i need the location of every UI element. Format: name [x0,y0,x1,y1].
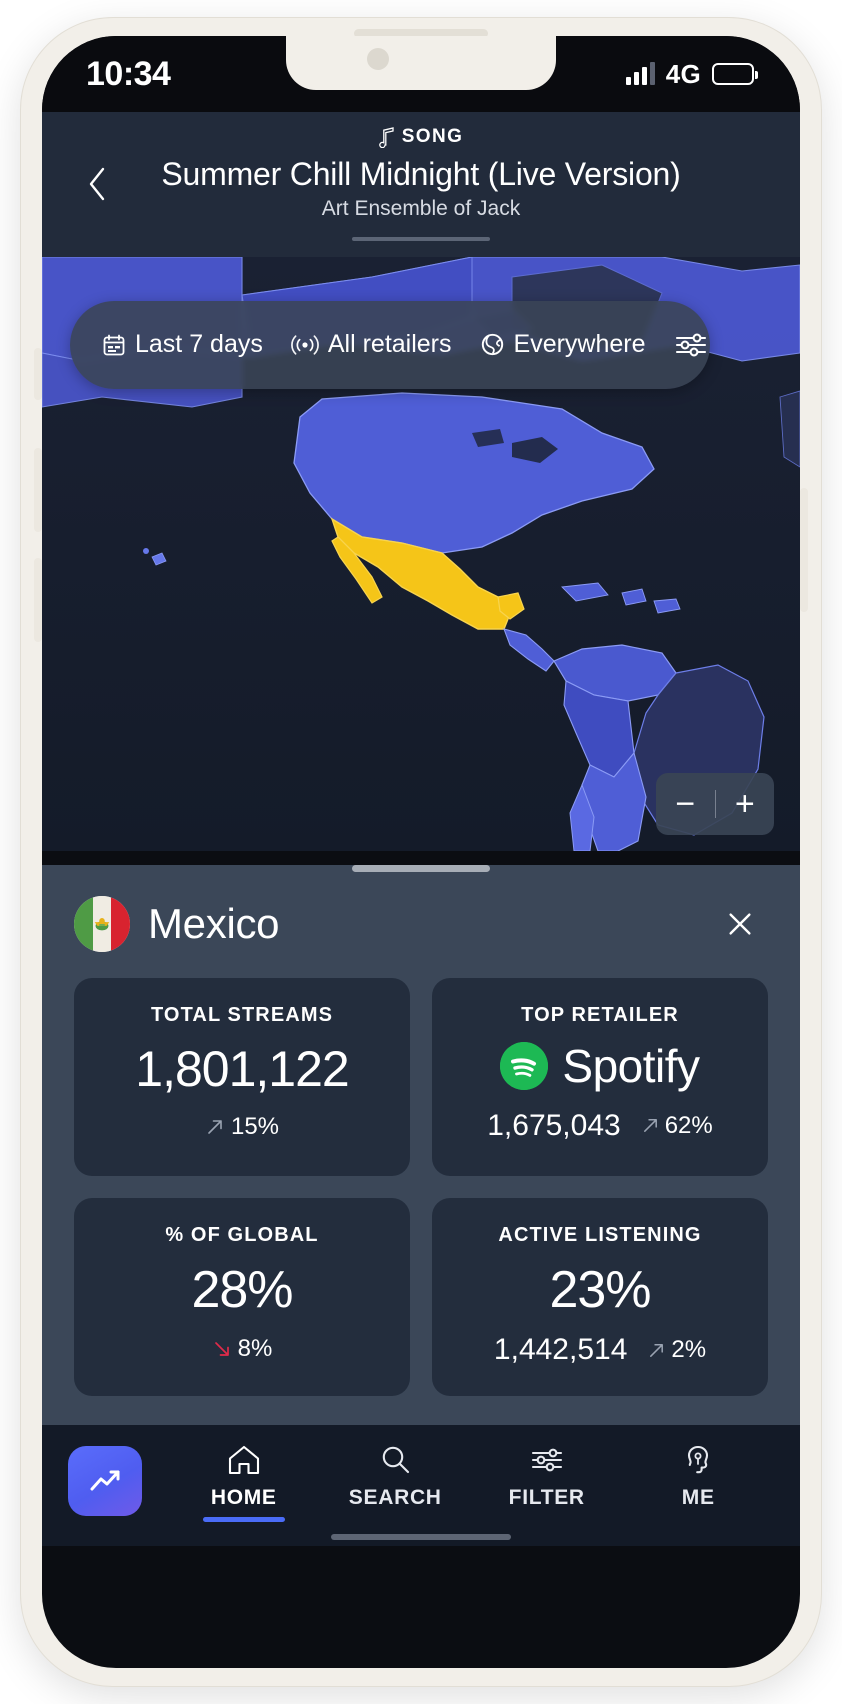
card-sub-row: 1,442,514 2% [494,1333,706,1367]
battery-icon [712,63,758,85]
broadcast-icon [291,335,319,355]
stat-card-active-listening[interactable]: ACTIVE LISTENING 23% 1,442,514 2% [432,1197,768,1396]
stat-card-grid: TOTAL STREAMS 1,801,122 15% TOP RETAILER [42,952,800,1396]
sliders-icon [531,1448,562,1472]
status-bar: 10:34 4G [42,36,800,112]
app-badge-button[interactable] [68,1446,142,1517]
sliders-icon [675,333,706,357]
header-drag-handle[interactable] [352,236,490,241]
stat-card-top-retailer[interactable]: TOP RETAILER Spotify 1,675,043 62% [432,977,768,1176]
stat-card-total-streams[interactable]: TOTAL STREAMS 1,801,122 15% [74,977,410,1176]
card-label: TOTAL STREAMS [150,1003,334,1026]
volume-up-button[interactable] [34,448,42,532]
map-zoom-out-button[interactable]: − [656,787,715,821]
nav-item-filter[interactable]: FILTER [471,1443,623,1520]
filter-region-label: Everywhere [513,330,646,359]
close-icon [729,913,751,935]
nav-active-indicator [202,1516,285,1522]
map-view[interactable]: Last 7 days All retailers Everywhere − + [42,256,800,851]
network-type-label: 4G [665,58,701,89]
card-sub-row: 1,675,043 62% [487,1109,713,1143]
card-value: 28% [191,1260,293,1319]
song-kicker: SONG [42,126,800,148]
card-label: TOP RETAILER [521,1003,679,1026]
home-icon [228,1445,259,1474]
arrow-up-right-icon [650,1343,664,1357]
nav-label: SEARCH [348,1485,442,1509]
song-artist: Art Ensemble of Jack [321,196,521,220]
country-name: Mexico [148,899,280,947]
card-value: 23% [549,1260,651,1319]
bottom-navigation-bar: HOME SEARCH FILTER ME [42,1424,800,1546]
music-note-icon [378,126,394,148]
back-button[interactable] [80,167,114,201]
retailer-name: Spotify [562,1039,700,1092]
card-value: 1,801,122 [135,1040,349,1097]
song-kicker-label: SONG [401,126,464,147]
card-delta: 8% [212,1335,273,1363]
card-delta: 2% [647,1336,706,1364]
stat-card-percent-of-global[interactable]: % OF GLOBAL 28% 8% [74,1197,410,1396]
filter-settings-button[interactable] [674,330,708,360]
filter-retailer[interactable]: All retailers [291,330,452,359]
filter-retailer-label: All retailers [327,330,452,359]
search-icon [383,1446,410,1473]
home-indicator[interactable] [331,1533,511,1540]
flag-emblem-icon [94,917,110,931]
country-detail-sheet: Mexico TOTAL STREAMS 1,801,122 15% TOP R… [42,864,800,1425]
card-delta-value: 2% [671,1336,707,1364]
status-time: 10:34 [86,54,171,93]
nav-label: ME [681,1485,715,1509]
filter-date-label: Last 7 days [135,330,263,359]
song-title: Summer Chill Midnight (Live Version) [161,156,681,192]
phone-screen: 10:34 4G SONG Summer Chill Midnight (Liv… [42,36,800,1668]
trending-chart-icon [90,1470,120,1491]
map-zoom-in-button[interactable]: + [716,787,775,821]
calendar-icon [103,334,125,356]
card-delta: 62% [641,1112,713,1140]
sheet-drag-handle[interactable] [352,864,490,872]
close-sheet-button[interactable] [718,902,762,946]
card-delta: 15% [205,1113,279,1141]
nav-item-search[interactable]: SEARCH [320,1443,472,1520]
card-delta-value: 62% [664,1111,713,1139]
nav-label: FILTER [508,1485,585,1509]
card-sub-value: 1,442,514 [493,1333,628,1367]
nav-item-home[interactable]: HOME [168,1443,320,1522]
card-delta-value: 8% [237,1335,273,1363]
globe-icon [481,334,503,356]
power-button[interactable] [800,488,808,612]
sheet-header: Mexico [42,872,800,952]
arrow-down-right-icon [214,1342,229,1357]
display-notch [286,36,556,90]
signal-bars-icon [625,62,655,85]
arrow-up-right-icon [208,1120,222,1135]
retailer-row: Spotify [500,1039,700,1093]
front-camera-icon [367,48,389,70]
filter-region[interactable]: Everywhere [480,330,646,359]
song-header: SONG Summer Chill Midnight (Live Version… [42,112,800,257]
card-value: 1,675,043 [487,1108,621,1142]
map-zoom-controls[interactable]: − + [656,772,775,835]
volume-down-button[interactable] [34,558,42,642]
screenshot-stage: 10:34 4G SONG Summer Chill Midnight (Liv… [0,0,842,1704]
silent-switch[interactable] [34,348,42,400]
card-delta-value: 15% [230,1113,280,1141]
arrow-up-right-icon [643,1119,657,1133]
mexico-flag-icon [74,895,130,952]
filter-date-range[interactable]: Last 7 days [102,330,263,359]
card-label: ACTIVE LISTENING [498,1223,702,1246]
status-icons: 4G [625,58,758,90]
nav-label: HOME [210,1485,277,1509]
phone-frame: 10:34 4G SONG Summer Chill Midnight (Liv… [21,18,821,1686]
card-label: % OF GLOBAL [165,1223,319,1246]
profile-icon [688,1445,709,1474]
spotify-icon [500,1041,549,1090]
nav-item-me[interactable]: ME [623,1443,775,1520]
filter-bar[interactable]: Last 7 days All retailers Everywhere [70,300,710,389]
